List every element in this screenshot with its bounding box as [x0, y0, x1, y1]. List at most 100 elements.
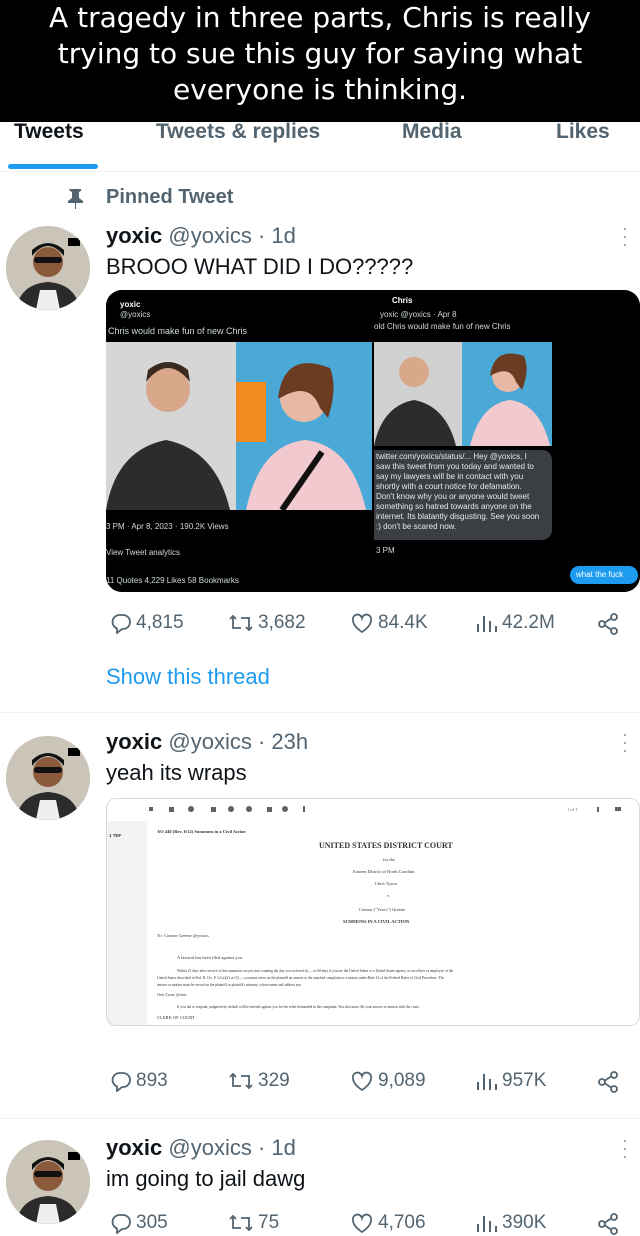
tweet-media-document[interactable]: 1 of 1 1 TEF AO 440 (Rev. 6/12) Summons … — [106, 798, 640, 1026]
tweet-time[interactable]: · 23h — [258, 729, 308, 754]
form-number: AO 440 (Rev. 6/12) Summons in a Civil Ac… — [157, 829, 246, 834]
views-icon — [477, 1074, 497, 1090]
retweet-icon — [229, 1072, 253, 1090]
retweet-count: 3,682 — [258, 612, 306, 633]
caption-line-3: everyone is thinking. — [172, 73, 468, 106]
screenshot-left: yoxic @yoxics Chris would make fun of ne… — [106, 290, 372, 592]
share-button[interactable] — [596, 1212, 624, 1236]
like-button[interactable]: 9,089 — [350, 1070, 426, 1092]
defendant: Connor ("Yoxic") Greene — [359, 907, 405, 912]
dm-line: :) don't be scared now. — [376, 522, 457, 531]
pin-icon — [64, 187, 86, 209]
dm-line: internet. Its blatantly disgusting. See … — [376, 512, 540, 521]
views-button[interactable]: 42.2M — [474, 612, 555, 634]
avatar[interactable] — [6, 736, 90, 820]
summons-body: Within 21 days after service of this sum… — [177, 969, 454, 973]
like-count: 9,089 — [378, 1070, 426, 1091]
author-handle[interactable]: @yoxics — [168, 223, 251, 248]
reply-icon — [111, 614, 131, 634]
dm-reply-bubble: what the fuck — [570, 566, 638, 584]
tweet-time[interactable]: · 1d — [258, 223, 296, 248]
pinned-text: Pinned Tweet — [106, 186, 234, 208]
tweet-time[interactable]: · 1d — [258, 1135, 296, 1160]
pdf-side-tag: 1 TEF — [109, 833, 122, 838]
retweet-button[interactable]: 75 — [228, 1212, 279, 1234]
caption-line-2: trying to sue this guy for saying what — [57, 37, 583, 70]
default-notice: If you fail to respond, judgment by defa… — [177, 1005, 420, 1009]
share-icon — [598, 1071, 618, 1093]
author-handle[interactable]: @yoxics — [168, 729, 251, 754]
tab-tweets-and-replies[interactable]: Tweets & replies — [156, 120, 320, 144]
tab-media[interactable]: Media — [402, 120, 462, 144]
dm-line: say my lawyers will be in contact with y… — [376, 472, 524, 481]
ss-right-quoted: yoxic @yoxics · Apr 8 — [380, 310, 457, 319]
reply-icon — [111, 1214, 131, 1234]
reply-icon — [111, 1072, 131, 1092]
ss-right-name: Chris — [392, 296, 413, 305]
views-count: 42.2M — [502, 612, 555, 633]
author-name[interactable]: yoxic — [106, 729, 162, 754]
more-options-icon[interactable]: · · · — [620, 219, 630, 253]
reply-button[interactable]: 4,815 — [110, 612, 184, 634]
like-button[interactable]: 4,706 — [350, 1212, 426, 1234]
dm-line: saw this tweet from you today and wanted… — [376, 462, 534, 471]
dm-link: twitter.com/yoxics/status/... Hey @yoxic… — [376, 452, 527, 461]
summons-body: United States described in Fed. R. Civ. … — [157, 976, 444, 980]
dm-reply: what the fuck — [576, 570, 624, 579]
share-button[interactable] — [596, 612, 624, 636]
views-icon — [477, 1216, 497, 1232]
dm-bubble: twitter.com/yoxics/status/... Hey @yoxic… — [374, 450, 552, 540]
heart-icon — [351, 1071, 373, 1092]
reply-button[interactable]: 305 — [110, 1212, 168, 1234]
share-icon — [598, 613, 618, 635]
summons-body: answer or motion must be served on the p… — [157, 983, 302, 987]
avatar[interactable] — [6, 1140, 90, 1224]
reply-count: 893 — [136, 1070, 168, 1091]
share-button[interactable] — [596, 1070, 624, 1094]
retweet-button[interactable]: 329 — [228, 1070, 290, 1092]
tweet-header: yoxic @yoxics · 23h — [106, 729, 308, 755]
author-handle[interactable]: @yoxics — [168, 1135, 251, 1160]
views-icon — [477, 616, 497, 632]
author-name[interactable]: yoxic — [106, 223, 162, 248]
for-the: for the — [383, 857, 395, 862]
tweet-divider — [0, 1118, 640, 1119]
ss-left-text: Chris would make fun of new Chris — [108, 326, 248, 336]
dm-time: 3 PM — [376, 546, 395, 555]
tweet-actions: 305 75 4,706 390K — [110, 1212, 630, 1236]
show-thread-link[interactable]: Show this thread — [106, 664, 270, 690]
ss-left-handle: @yoxics — [120, 310, 151, 319]
views-button[interactable]: 390K — [474, 1212, 546, 1234]
heart-icon — [351, 613, 373, 634]
tab-tweets[interactable]: Tweets — [14, 120, 84, 144]
retweet-button[interactable]: 3,682 — [228, 612, 306, 634]
pinned-label: Pinned Tweet — [64, 186, 233, 209]
tweet-header: yoxic @yoxics · 1d — [106, 223, 296, 249]
more-options-icon[interactable]: · · · — [620, 1131, 630, 1165]
tab-likes[interactable]: Likes — [556, 120, 610, 144]
tweet-actions: 893 329 9,089 957K — [110, 1070, 630, 1100]
summons-page: AO 440 (Rev. 6/12) Summons in a Civil Ac… — [147, 821, 639, 1025]
versus: v. — [387, 893, 391, 898]
caption-line-1: A tragedy in three parts, Chris is reall… — [49, 1, 591, 34]
reply-count: 4,815 — [136, 612, 184, 633]
summons-to: To: Connor Greene @yoxics — [157, 933, 209, 938]
clerk: CLERK OF COURT — [157, 1015, 195, 1020]
tweet-divider — [0, 712, 640, 713]
views-button[interactable]: 957K — [474, 1070, 546, 1092]
author-name[interactable]: yoxic — [106, 1135, 162, 1160]
court-name: UNITED STATES DISTRICT COURT — [319, 841, 453, 850]
tweet-text: BROOO WHAT DID I DO????? — [106, 254, 414, 279]
retweet-count: 329 — [258, 1070, 290, 1091]
ss-right-photo — [374, 342, 552, 446]
reply-button[interactable]: 893 — [110, 1070, 168, 1092]
like-count: 4,706 — [378, 1212, 426, 1233]
tweet-media-screenshots[interactable]: yoxic @yoxics Chris would make fun of ne… — [106, 290, 640, 592]
more-options-icon[interactable]: · · · — [620, 725, 630, 759]
pdf-page-indicator: 1 of 1 — [567, 807, 578, 812]
ss-left-analytics: View Tweet analytics — [106, 548, 180, 557]
share-icon — [598, 1213, 618, 1235]
pdf-toolbar: 1 of 1 — [107, 799, 639, 821]
avatar[interactable] — [6, 226, 90, 310]
like-button[interactable]: 84.4K — [350, 612, 428, 634]
